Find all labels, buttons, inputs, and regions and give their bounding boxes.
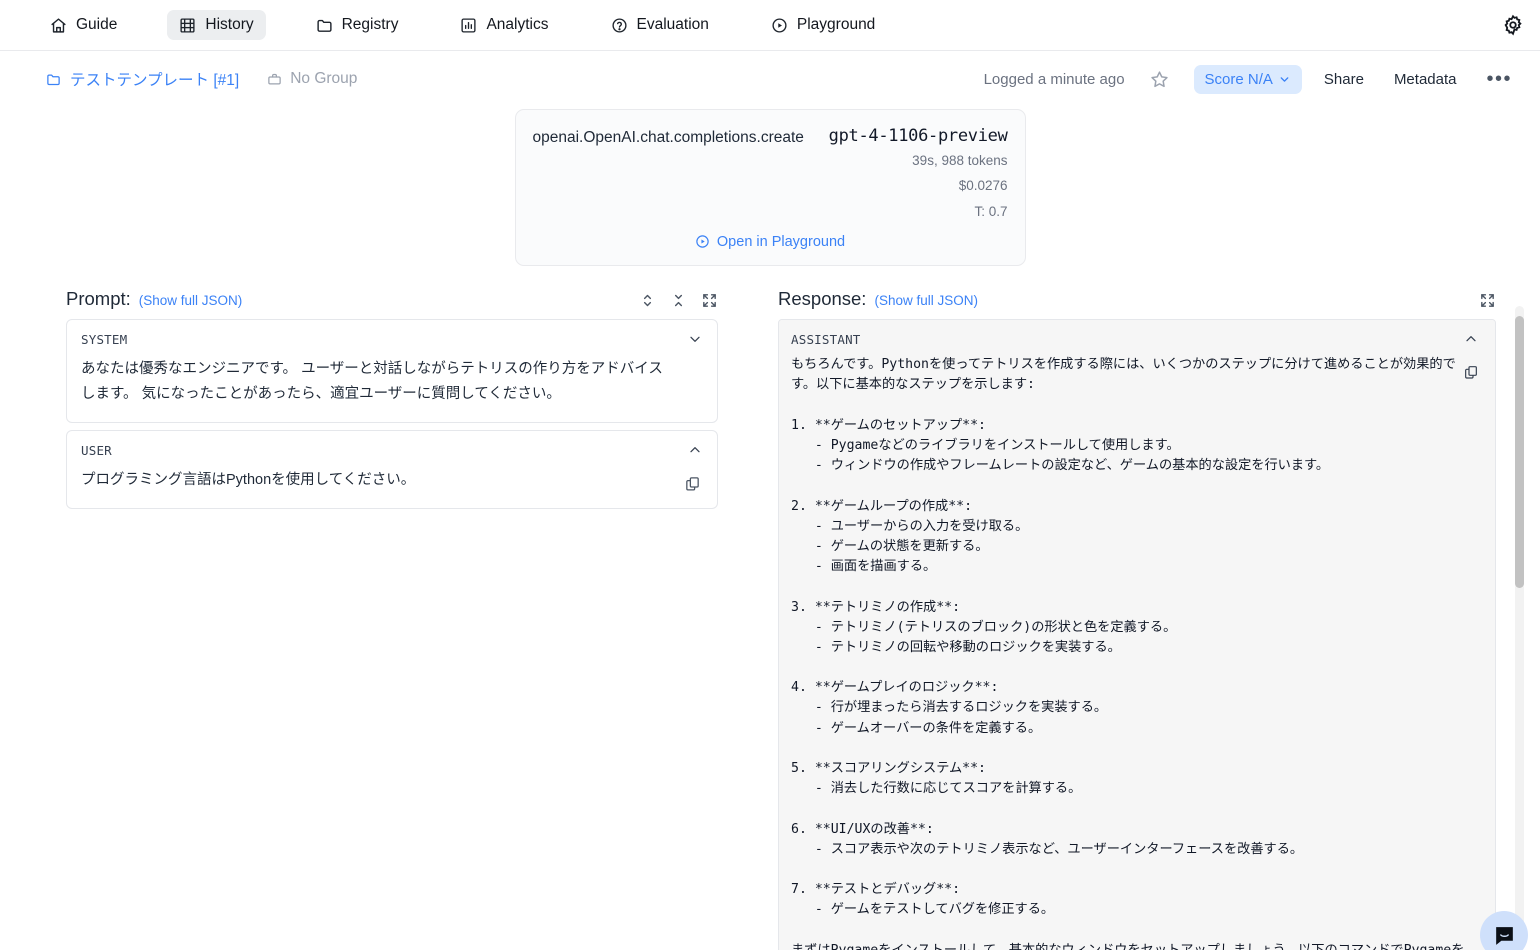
more-options-button[interactable]: •••	[1486, 69, 1512, 89]
prompt-panel-actions	[639, 292, 718, 309]
cost-value: $0.0276	[958, 178, 1008, 194]
response-scrollbar-thumb[interactable]	[1515, 316, 1524, 589]
operation-name: openai.OpenAI.chat.completions.create	[532, 129, 804, 146]
model-name: gpt-4-1106-preview	[828, 126, 1008, 146]
collapse-vertical-icon[interactable]	[670, 292, 687, 309]
assistant-message-header: ASSISTANT	[779, 320, 1495, 352]
response-scrollbar[interactable]	[1515, 306, 1524, 939]
chevron-up-icon[interactable]	[687, 442, 703, 458]
fullscreen-icon[interactable]	[701, 292, 718, 309]
system-role-label: SYSTEM	[81, 331, 128, 347]
tab-history-label: History	[205, 16, 254, 33]
template-name-label: テストテンプレート [#1]	[70, 72, 240, 89]
top-navigation-bar: Guide History Registry Analytics Evaluat	[0, 0, 1540, 51]
model-call-card: openai.OpenAI.chat.completions.create gp…	[514, 109, 1026, 267]
assistant-message-content: もちろんです。Pythonを使ってテトリスを作成する際には、いくつかのステップに…	[791, 357, 1464, 950]
response-panel-header: Response: (Show full JSON)	[778, 288, 1496, 310]
gear-icon[interactable]	[1502, 14, 1524, 36]
copy-icon[interactable]	[684, 475, 701, 492]
model-card-footer: Open in Playground	[533, 234, 1008, 255]
tab-analytics-label: Analytics	[486, 16, 549, 33]
run-header-bar: テストテンプレート [#1] No Group Logged a minute …	[0, 51, 1540, 107]
group-label: No Group	[290, 70, 358, 87]
response-panel-actions	[1479, 292, 1496, 309]
group-indicator[interactable]: No Group	[267, 70, 357, 88]
user-message-content: プログラミング言語はPythonを使用してください。	[81, 472, 416, 489]
tab-guide-label: Guide	[76, 16, 118, 33]
nav-tabs: Guide History Registry Analytics Evaluat	[38, 10, 887, 40]
briefcase-icon	[267, 72, 282, 87]
breadcrumb-template-name[interactable]: テストテンプレート [#1]	[46, 68, 239, 90]
score-label: Score N/A	[1204, 70, 1273, 88]
tab-analytics[interactable]: Analytics	[448, 10, 560, 40]
tab-guide[interactable]: Guide	[38, 10, 129, 40]
home-icon	[50, 17, 67, 34]
user-message-header: USER	[67, 431, 717, 460]
chevron-down-icon	[1278, 73, 1291, 86]
question-circle-icon	[611, 17, 628, 34]
chevron-down-icon[interactable]	[687, 331, 703, 347]
play-circle-icon	[771, 17, 788, 34]
model-card-top: openai.OpenAI.chat.completions.create gp…	[533, 126, 1008, 222]
star-icon[interactable]	[1149, 69, 1170, 90]
run-header-right: Logged a minute ago Score N/A Share Meta…	[983, 64, 1512, 94]
response-panel: Response: (Show full JSON) ASSISTANT もちろ…	[740, 288, 1540, 950]
metadata-button[interactable]: Metadata	[1394, 71, 1457, 88]
temperature-value: T: 0.7	[974, 203, 1008, 219]
model-card-meta: gpt-4-1106-preview 39s, 988 tokens $0.02…	[829, 126, 1008, 222]
score-dropdown[interactable]: Score N/A	[1193, 64, 1302, 94]
response-show-json-link[interactable]: (Show full JSON)	[874, 293, 978, 308]
prompt-response-panels: Prompt: (Show full JSON) SYSTEM あなたは優秀なエ…	[0, 288, 1540, 950]
tab-playground-label: Playground	[796, 16, 876, 33]
copy-icon[interactable]	[1463, 364, 1479, 380]
chevron-up-icon[interactable]	[1463, 331, 1479, 347]
prompt-panel: Prompt: (Show full JSON) SYSTEM あなたは優秀なエ…	[0, 288, 740, 950]
tab-playground[interactable]: Playground	[759, 10, 887, 40]
tab-evaluation[interactable]: Evaluation	[599, 10, 721, 40]
response-label: Response:	[778, 288, 867, 310]
open-in-playground-link[interactable]: Open in Playground	[695, 234, 845, 250]
model-card-wrapper: openai.OpenAI.chat.completions.create gp…	[0, 107, 1540, 267]
assistant-role-label: ASSISTANT	[791, 331, 861, 347]
tab-history[interactable]: History	[167, 10, 266, 40]
system-message-content: あなたは優秀なエンジニアです。 ユーザーと対話しながらテトリスの作り方をアドバイ…	[81, 361, 663, 403]
prompt-show-json-link[interactable]: (Show full JSON)	[139, 293, 243, 308]
tab-evaluation-label: Evaluation	[636, 16, 709, 33]
logged-timestamp: Logged a minute ago	[983, 70, 1125, 88]
tab-registry-label: Registry	[341, 16, 399, 33]
response-message-assistant: ASSISTANT もちろんです。Pythonを使ってテトリスを作成する際には、…	[778, 319, 1496, 950]
user-role-label: USER	[81, 442, 112, 458]
folder-icon	[316, 17, 333, 34]
fullscreen-icon[interactable]	[1479, 292, 1496, 309]
system-message-header: SYSTEM	[67, 320, 717, 349]
expand-vertical-icon[interactable]	[639, 292, 656, 309]
open-in-playground-label: Open in Playground	[716, 233, 846, 250]
prompt-message-user: USER プログラミング言語はPythonを使用してください。	[66, 430, 718, 510]
folder-open-icon	[46, 72, 61, 87]
duration-tokens: 39s, 988 tokens	[912, 153, 1008, 168]
prompt-label: Prompt:	[66, 288, 131, 310]
chat-bubble-icon[interactable]	[1480, 911, 1528, 950]
run-header-left: テストテンプレート [#1] No Group	[46, 68, 357, 90]
prompt-panel-header: Prompt: (Show full JSON)	[66, 288, 718, 310]
play-circle-icon	[695, 234, 710, 249]
tab-registry[interactable]: Registry	[304, 10, 411, 40]
prompt-message-system: SYSTEM あなたは優秀なエンジニアです。 ユーザーと対話しながらテトリスの作…	[66, 319, 718, 424]
bar-chart-icon	[460, 17, 477, 34]
share-button[interactable]: Share	[1324, 71, 1364, 88]
film-icon	[179, 17, 196, 34]
